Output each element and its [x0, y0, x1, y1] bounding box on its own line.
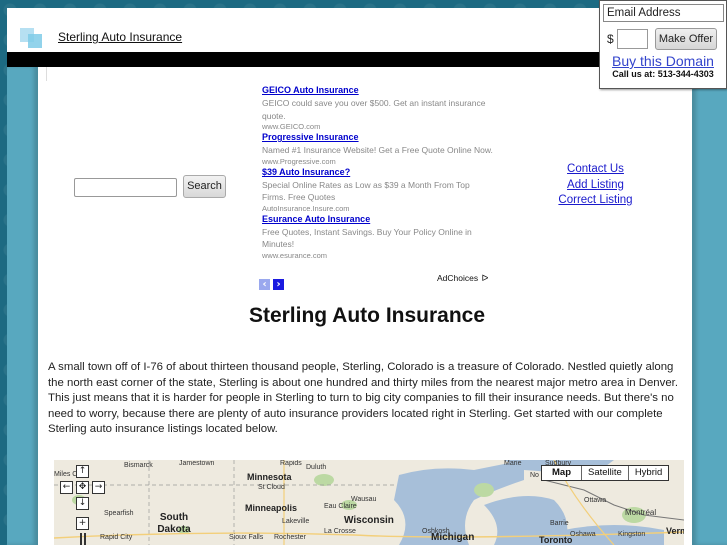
- park: [474, 483, 494, 497]
- map-label: Toronto: [539, 535, 573, 545]
- map-label: Montréal: [625, 508, 657, 517]
- adchoices-link[interactable]: AdChoices ᐅ: [437, 273, 488, 284]
- map-label: South Dakota: [157, 512, 191, 535]
- site-title-link[interactable]: Sterling Auto Insurance: [58, 30, 182, 44]
- call-us-text: Call us at: 513-344-4303: [612, 69, 714, 79]
- map-label: Ottawa: [584, 497, 607, 504]
- chevron-right-icon[interactable]: ›: [273, 279, 284, 290]
- ad-item[interactable]: GEICO Auto Insurance GEICO could save yo…: [262, 85, 494, 132]
- pan-down-icon[interactable]: ↓: [76, 497, 89, 510]
- contact-us-link[interactable]: Contact Us: [543, 162, 648, 178]
- map-label: Vermo: [666, 526, 684, 536]
- ad-title[interactable]: Esurance Auto Insurance: [262, 214, 494, 226]
- map-label: Wisconsin: [344, 515, 394, 526]
- correct-listing-link[interactable]: Correct Listing: [543, 193, 648, 209]
- currency-label: $: [607, 32, 614, 46]
- zoom-in-icon[interactable]: +: [76, 517, 89, 530]
- ad-item[interactable]: $39 Auto Insurance? Special Online Rates…: [262, 167, 494, 214]
- ad-title[interactable]: $39 Auto Insurance?: [262, 167, 494, 179]
- map-label: Oshawa: [570, 531, 596, 538]
- map-label: Bismarck: [124, 462, 153, 469]
- make-offer-button[interactable]: Make Offer: [655, 28, 717, 50]
- left-background-column: [7, 66, 38, 545]
- pan-center-icon[interactable]: ✥: [76, 481, 89, 494]
- ad-url[interactable]: AutoInsurance.Insure.com: [262, 204, 494, 214]
- ad-url[interactable]: www.Progressive.com: [262, 157, 494, 167]
- map-type-satellite-button[interactable]: Satellite: [581, 466, 628, 480]
- intro-paragraph: A small town off of I-76 of about thirte…: [48, 361, 678, 435]
- ad-pager: ‹ ›: [259, 272, 287, 291]
- map-label: Rochester: [274, 534, 306, 541]
- map-label: Duluth: [306, 464, 327, 471]
- chevron-left-icon[interactable]: ‹: [259, 279, 270, 290]
- ad-title[interactable]: GEICO Auto Insurance: [262, 85, 494, 97]
- map-label: Eau Claire: [324, 503, 357, 510]
- map-label: Miles C: [54, 471, 78, 478]
- map-type-selector: Map Satellite Hybrid: [541, 465, 670, 481]
- map-label: Jamestown: [179, 460, 215, 467]
- map-label: Rapid City: [100, 534, 133, 541]
- side-links: Contact Us Add Listing Correct Listing: [543, 162, 648, 209]
- map-widget[interactable]: Bismarck Jamestown Miles C Rapids Duluth…: [54, 460, 684, 545]
- email-field[interactable]: Email Address: [603, 4, 724, 22]
- park: [314, 474, 334, 486]
- page-title: Sterling Auto Insurance: [248, 304, 486, 327]
- map-label: Spearfish: [104, 510, 134, 517]
- map-label: La Crosse: [324, 528, 356, 535]
- pan-left-icon[interactable]: ←: [60, 481, 73, 494]
- map-type-hybrid-button[interactable]: Hybrid: [627, 466, 668, 480]
- map-label: Rapids: [280, 460, 302, 467]
- ad-description: Free Quotes, Instant Savings. Buy Your P…: [262, 226, 472, 250]
- ad-url[interactable]: www.GEICO.com: [262, 122, 494, 132]
- map-label: Michigan: [431, 532, 475, 543]
- map-type-map-button[interactable]: Map: [542, 466, 581, 480]
- ad-item[interactable]: Progressive Insurance Named #1 Insurance…: [262, 132, 494, 167]
- buy-domain-link[interactable]: Buy this Domain: [600, 53, 726, 69]
- content-area: Search GEICO Auto Insurance GEICO could …: [38, 67, 692, 545]
- site-logo-icon[interactable]: [20, 28, 44, 50]
- map-label: St Cloud: [258, 484, 285, 491]
- ad-block: GEICO Auto Insurance GEICO could save yo…: [262, 85, 494, 261]
- ad-description: Special Online Rates as Low as $39 a Mon…: [262, 179, 470, 203]
- map-label: Marie: [504, 460, 522, 467]
- ad-description: Named #1 Insurance Website! Get a Free Q…: [262, 145, 493, 155]
- ad-description: GEICO could save you over $500. Get an i…: [262, 98, 486, 121]
- ad-title[interactable]: Progressive Insurance: [262, 132, 494, 144]
- ad-url[interactable]: www.esurance.com: [262, 251, 494, 261]
- adchoices-icon: ᐅ: [481, 273, 489, 283]
- map-label: Sioux Falls: [229, 534, 264, 541]
- pan-up-icon[interactable]: ↑: [76, 465, 89, 478]
- offer-amount-input[interactable]: [617, 29, 648, 49]
- zoom-slider-handle[interactable]: [80, 533, 86, 545]
- domain-offer-widget: Email Address $ Make Offer Buy this Doma…: [599, 0, 727, 89]
- map-label: Lakeville: [282, 518, 310, 525]
- search-input[interactable]: [74, 178, 177, 197]
- pan-right-icon[interactable]: →: [92, 481, 105, 494]
- ad-item[interactable]: Esurance Auto Insurance Free Quotes, Ins…: [262, 214, 494, 261]
- map-label: Minneapolis: [245, 503, 298, 513]
- map-label: No: [530, 472, 539, 479]
- right-background-column: [692, 66, 727, 545]
- adchoices-label: AdChoices: [437, 273, 479, 283]
- map-label: Minnesota: [247, 472, 292, 482]
- map-label: Kingston: [618, 531, 646, 538]
- map-label: Barrie: [550, 520, 569, 527]
- divider: [46, 67, 47, 81]
- search-button[interactable]: Search: [183, 175, 226, 198]
- add-listing-link[interactable]: Add Listing: [543, 178, 648, 194]
- map-label: Wausau: [351, 496, 377, 503]
